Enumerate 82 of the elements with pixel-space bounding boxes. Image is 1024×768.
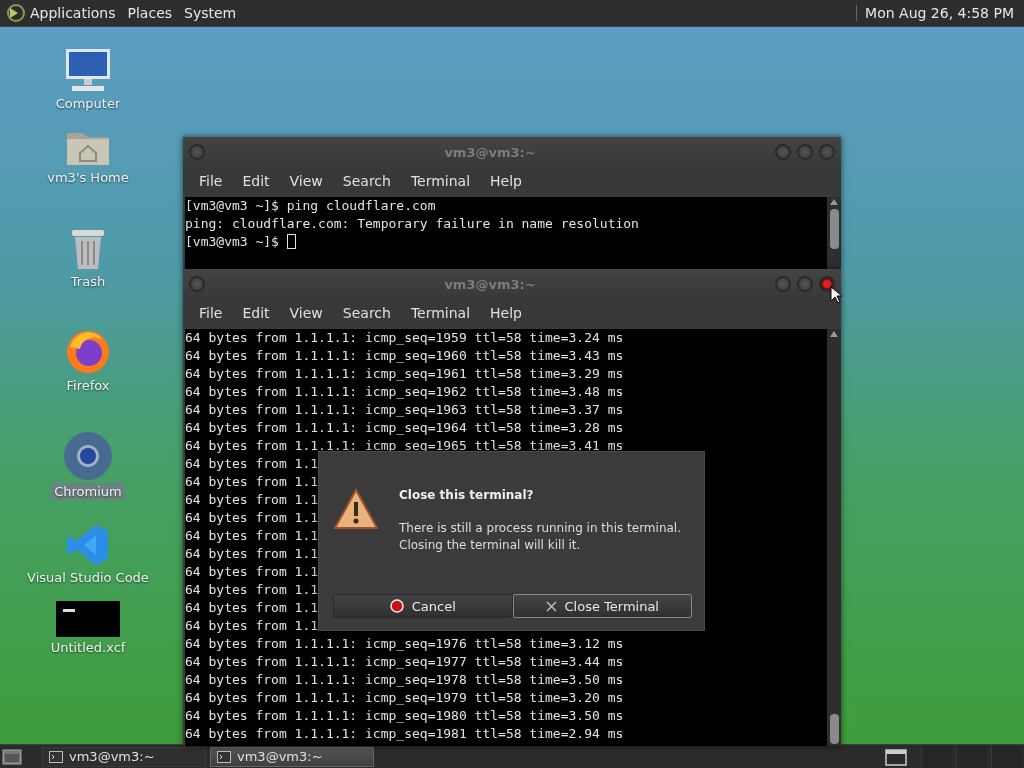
browser-icon xyxy=(63,431,113,481)
menu-item[interactable]: File xyxy=(189,173,233,189)
panel-menu[interactable]: System xyxy=(180,5,245,21)
menu-item[interactable]: Help xyxy=(480,173,532,189)
terminal-line: 64 bytes from 1.1 xyxy=(185,455,319,473)
menu-item[interactable]: Terminal xyxy=(400,305,481,321)
terminal-line: 64 bytes from 1.1 xyxy=(185,581,319,599)
terminal-line: 64 bytes from 1.1.1.1: icmp_seq=1965 ttl=58 time=3.41 ms xyxy=(185,437,624,455)
terminal-line: ping: cloudflare.com: Temporary failure in name resolution xyxy=(185,215,639,233)
code-editor-icon xyxy=(66,523,110,567)
show-desktop-icon[interactable] xyxy=(2,747,22,766)
terminal-line: [vm3@vm3 ~]$ ping cloudflare.com xyxy=(185,197,436,215)
scrollbar[interactable] xyxy=(827,329,841,746)
close-terminal-button[interactable]: Close Terminal xyxy=(512,594,692,618)
menu-item[interactable]: Edit xyxy=(232,173,280,189)
terminal-line: 64 bytes from 1.1.1.1: icmp_seq=1980 ttl=58 time=3.50 ms xyxy=(185,707,624,725)
minimize-button[interactable] xyxy=(775,144,791,160)
menu-item[interactable]: Help xyxy=(480,305,532,321)
scrollbar-thumb[interactable] xyxy=(829,714,839,744)
dialog-message: There is still a process running in this terminal. xyxy=(399,520,681,537)
minimize-button[interactable] xyxy=(775,276,791,292)
terminal-line: 64 bytes from 1.1.1.1: icmp_seq=1960 ttl=58 time=3.43 ms xyxy=(185,347,624,365)
menu-item[interactable]: Terminal xyxy=(400,173,481,189)
menu-item[interactable]: Search xyxy=(332,173,401,189)
clock[interactable]: Mon Aug 26, 4:58 PM xyxy=(856,5,1018,21)
workspace-button[interactable] xyxy=(991,745,1022,768)
dialog-title: Close this terminal? xyxy=(399,488,535,502)
panel-menu[interactable]: Applications xyxy=(26,5,124,21)
maximize-button[interactable] xyxy=(797,144,813,160)
scroll-up-arrow-icon[interactable] xyxy=(830,331,838,337)
close-icon xyxy=(545,600,557,612)
terminal-line: 64 bytes from 1.1 xyxy=(185,527,319,545)
scrollbar-thumb[interactable] xyxy=(829,209,839,249)
terminal-line: 64 bytes from 1.1.1.1: icmp_seq=1959 ttl=58 time=3.24 ms xyxy=(185,329,624,347)
dialog-message: Closing the terminal will kill it. xyxy=(399,537,582,554)
terminal-line: 64 bytes from 1.1 xyxy=(185,509,319,527)
app-menu-logo-icon xyxy=(6,4,26,22)
menu-item[interactable]: View xyxy=(279,173,333,189)
menu-item[interactable]: View xyxy=(279,305,333,321)
terminal-line: 64 bytes from 1.1.1.1: icmp_seq=1961 ttl=58 time=3.29 ms xyxy=(185,365,624,383)
mouse-pointer-icon xyxy=(830,286,842,304)
scroll-up-arrow-icon[interactable] xyxy=(830,199,838,205)
terminal-line: 64 bytes from 1.1.1.1: icmp_seq=1981 ttl=58 time=2.94 ms xyxy=(185,725,624,743)
panel-menu[interactable]: Places xyxy=(123,5,181,21)
terminal-line: 64 bytes from 1.1.1.1: icmp_seq=1976 ttl=58 time=3.12 ms xyxy=(185,635,624,653)
stop-icon xyxy=(389,599,404,613)
monitor-icon xyxy=(64,47,112,93)
terminal-line: 64 bytes from 1.1.1.1: icmp_seq=1963 ttl=58 time=3.37 ms xyxy=(185,401,624,419)
terminal-line: 64 bytes from 1.1 xyxy=(185,491,319,509)
taskbar-item[interactable]: vm3@vm3:~ xyxy=(42,746,206,767)
taskbar-item[interactable]: vm3@vm3:~ xyxy=(210,746,374,767)
terminal-line: 64 bytes from 1.1.1.1: icmp_seq=1962 ttl=58 time=3.48 ms xyxy=(185,383,624,401)
terminal-line: 64 bytes from 1.1 xyxy=(185,617,319,635)
workspace-button[interactable] xyxy=(956,745,987,768)
workspace-button[interactable] xyxy=(921,745,952,768)
close-button[interactable] xyxy=(819,276,835,292)
maximize-button[interactable] xyxy=(797,276,813,292)
terminal-line: 64 bytes from 1.1.1.1: icmp_seq=1978 ttl=58 time=3.50 ms xyxy=(185,671,624,689)
terminal-line: 64 bytes from 1.1 xyxy=(185,563,319,581)
terminal-line: 64 bytes from 1.1 xyxy=(185,545,319,563)
desktop-icon-label[interactable]: Chromium xyxy=(51,483,125,500)
terminal-line: [vm3@vm3 ~]$ xyxy=(185,233,280,251)
terminal-icon xyxy=(49,750,63,763)
terminal-line: 64 bytes from 1.1.1.1: icmp_seq=1979 ttl=58 time=3.20 ms xyxy=(185,689,624,707)
menu-item[interactable]: Search xyxy=(332,305,401,321)
terminal-icon xyxy=(217,750,231,763)
window-menu-button[interactable] xyxy=(189,276,205,292)
terminal-line: 64 bytes from 1.1 xyxy=(185,473,319,491)
trash-icon xyxy=(69,227,107,271)
image-thumbnail-icon xyxy=(56,601,120,637)
cancel-button[interactable]: Cancel xyxy=(333,594,513,618)
menu-item[interactable]: File xyxy=(189,305,233,321)
terminal-line: 64 bytes from 1.1 xyxy=(185,599,319,617)
scrollbar[interactable] xyxy=(827,197,841,269)
terminal-line: 64 bytes from 1.1.1.1: icmp_seq=1964 ttl=58 time=3.28 ms xyxy=(185,419,624,437)
window-menu-button[interactable] xyxy=(189,144,205,160)
warning-icon xyxy=(333,488,379,530)
terminal-line: 64 bytes from 1.1.1.1: icmp_seq=1977 ttl=58 time=3.44 ms xyxy=(185,653,624,671)
window-title: vm3@vm3:~ xyxy=(443,144,537,160)
window-list-icon[interactable] xyxy=(885,747,907,766)
window-title: vm3@vm3:~ xyxy=(443,276,537,292)
menu-item[interactable]: Edit xyxy=(232,305,280,321)
